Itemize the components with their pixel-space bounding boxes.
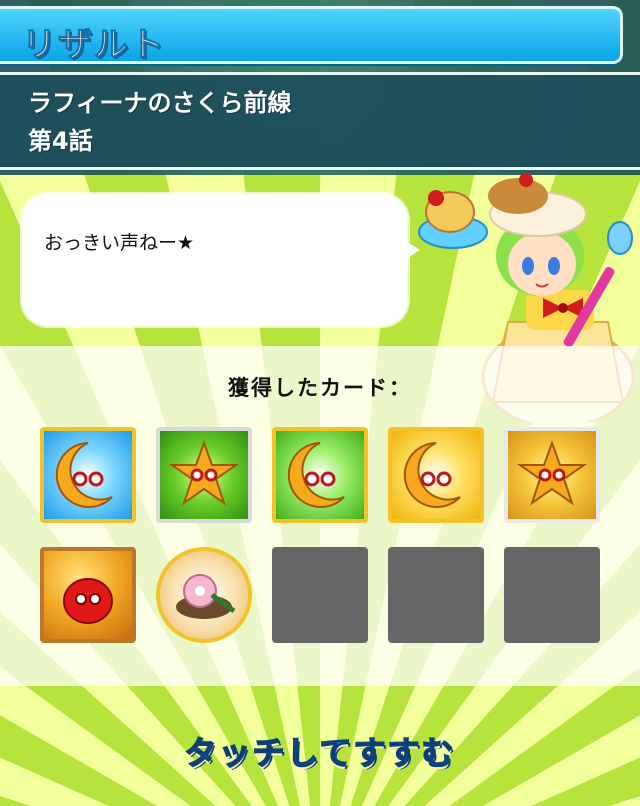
- card-slot-9-empty: [388, 547, 484, 643]
- stage-info-panel: ラフィーナのさくら前線 第4話: [0, 72, 640, 170]
- moon-puyo-icon: [403, 442, 461, 508]
- speech-bubble: [22, 194, 408, 326]
- card-slot-10-empty: [504, 547, 600, 643]
- sakura-mochi-icon: [176, 574, 236, 619]
- page-title: リザルト: [22, 25, 166, 66]
- moon-puyo-icon: [287, 442, 345, 508]
- title-bar: リザルト: [0, 6, 623, 66]
- speech-bubble-tail: [398, 236, 420, 264]
- card-slot-2[interactable]: [156, 427, 252, 523]
- stage-episode: 第4話: [28, 127, 93, 155]
- card-slot-8-empty: [272, 547, 368, 643]
- red-puyo-icon: [63, 578, 113, 624]
- card-slot-1[interactable]: [40, 427, 136, 523]
- dialogue-text: おっきい声ねー★: [44, 232, 195, 254]
- card-slot-3[interactable]: [272, 427, 368, 523]
- card-slot-4[interactable]: [388, 427, 484, 523]
- star-puyo-icon: [168, 440, 240, 506]
- card-slot-7[interactable]: [156, 547, 252, 643]
- moon-puyo-icon: [55, 442, 113, 508]
- card-slot-6[interactable]: [40, 547, 136, 643]
- continue-button[interactable]: タッチしてすすむ: [0, 728, 640, 774]
- card-slot-5[interactable]: [504, 427, 600, 523]
- cards-heading: 獲得したカード：: [228, 376, 412, 400]
- stage-name: ラフィーナのさくら前線: [28, 89, 292, 117]
- star-puyo-icon: [516, 440, 588, 506]
